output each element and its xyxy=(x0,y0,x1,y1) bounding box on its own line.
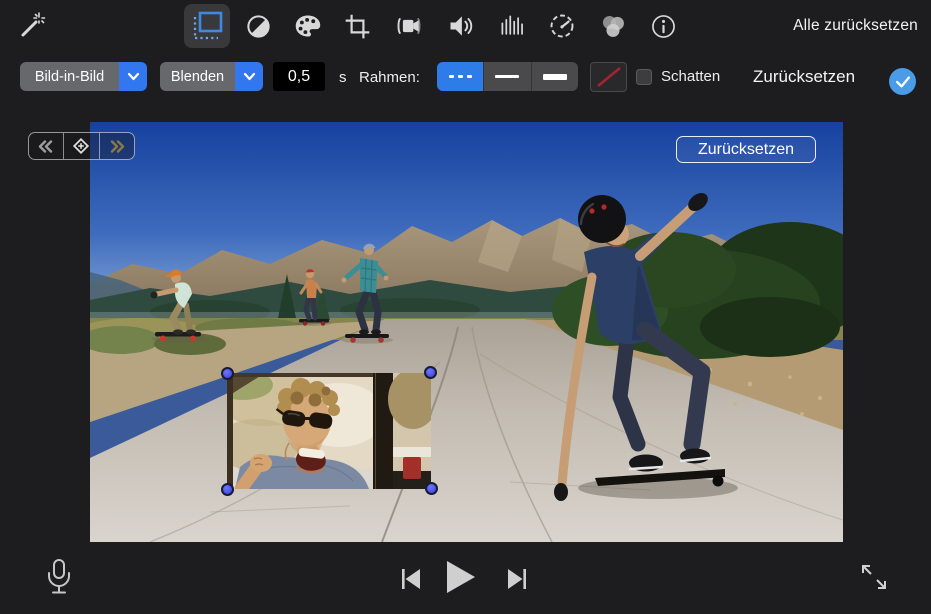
play-icon xyxy=(446,560,476,594)
transition-value: Blenden xyxy=(160,62,235,91)
border-style-segmented xyxy=(437,62,578,91)
next-frame-button[interactable] xyxy=(505,567,529,596)
border-thin-button[interactable] xyxy=(484,62,531,91)
chevron-down-icon xyxy=(235,62,263,91)
pip-content xyxy=(227,373,431,489)
pip-handle-bottom-left[interactable] xyxy=(221,483,234,496)
microphone-icon xyxy=(44,558,74,598)
voiceover-mic-button[interactable] xyxy=(44,558,74,603)
red-diagonal-icon xyxy=(594,65,624,89)
color-balance-icon[interactable] xyxy=(244,12,272,40)
chevron-down-icon xyxy=(119,62,147,91)
border-color-button[interactable] xyxy=(590,62,627,92)
next-frame-icon xyxy=(505,567,529,591)
previous-keyframe-button[interactable] xyxy=(29,133,64,159)
border-dashed-button[interactable] xyxy=(437,62,484,91)
overlay-settings-button[interactable] xyxy=(184,4,230,48)
overlay-settings-icon xyxy=(190,9,224,43)
overlay-type-popup[interactable]: Bild-in-Bild xyxy=(20,62,147,91)
double-chevron-left-icon xyxy=(38,140,54,153)
stabilization-icon[interactable] xyxy=(395,12,423,40)
checkmark-icon xyxy=(895,75,911,89)
speed-icon[interactable] xyxy=(548,12,576,40)
reset-button[interactable]: Zurücksetzen xyxy=(753,67,855,87)
fullscreen-button[interactable] xyxy=(858,561,890,598)
shadow-label: Schatten xyxy=(661,68,720,85)
border-thick-button[interactable] xyxy=(532,62,578,91)
keyframe-control xyxy=(28,132,135,160)
keyframe-diamond-icon xyxy=(72,137,90,155)
overlay-type-value: Bild-in-Bild xyxy=(20,62,119,91)
enhance-wand-icon[interactable] xyxy=(18,10,46,43)
pip-handle-top-left[interactable] xyxy=(221,367,234,380)
previous-frame-icon xyxy=(399,567,423,591)
color-palette-icon[interactable] xyxy=(294,12,322,40)
fullscreen-expand-icon xyxy=(858,561,890,593)
duration-unit: s xyxy=(339,69,347,86)
play-button[interactable] xyxy=(446,560,476,599)
transition-popup[interactable]: Blenden xyxy=(160,62,263,91)
info-icon[interactable] xyxy=(649,12,677,40)
noise-equalizer-icon[interactable] xyxy=(498,12,526,40)
add-keyframe-button[interactable] xyxy=(64,133,99,159)
duration-field[interactable]: 0,5 xyxy=(273,62,325,91)
pip-handle-bottom-right[interactable] xyxy=(425,482,438,495)
shadow-checkbox[interactable] xyxy=(636,69,652,85)
pip-handle-top-right[interactable] xyxy=(424,366,437,379)
pip-overlay[interactable] xyxy=(227,373,431,489)
border-label: Rahmen: xyxy=(359,69,420,86)
apply-button[interactable] xyxy=(889,68,916,95)
reset-all-button[interactable]: Alle zurücksetzen xyxy=(793,17,918,35)
next-keyframe-button[interactable] xyxy=(100,133,134,159)
double-chevron-right-icon xyxy=(109,140,125,153)
color-correction-icon[interactable] xyxy=(599,12,627,40)
viewer-reset-button[interactable]: Zurücksetzen xyxy=(676,136,816,163)
volume-icon[interactable] xyxy=(447,12,475,40)
video-canvas xyxy=(90,122,843,542)
previous-frame-button[interactable] xyxy=(399,567,423,596)
crop-icon[interactable] xyxy=(343,12,371,40)
